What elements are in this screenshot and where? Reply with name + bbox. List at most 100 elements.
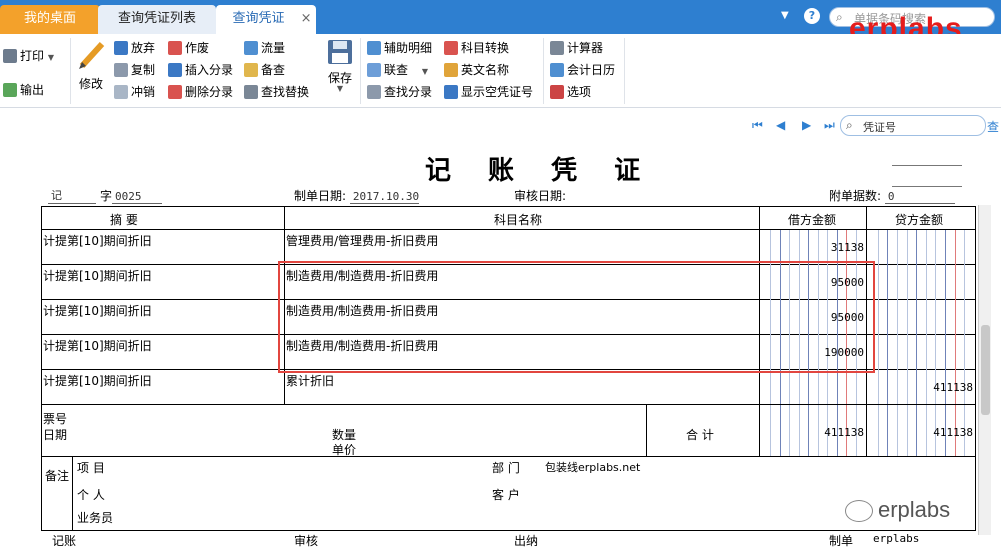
find-replace-icon xyxy=(244,85,258,99)
account-convert-icon xyxy=(444,41,458,55)
copy-icon xyxy=(114,63,128,77)
find-entry-button[interactable]: 查找分录 xyxy=(367,82,432,102)
voucher-number-field[interactable]: 字 0025 xyxy=(100,187,163,204)
void-label: 作废 xyxy=(185,41,210,55)
customer-label: 客 户 xyxy=(492,488,520,502)
grid-line xyxy=(41,206,42,531)
voucher-number-value: 0025 xyxy=(112,190,163,204)
voucher-date-field[interactable]: 制单日期: 2017.10.30 xyxy=(294,187,420,204)
voucher-number-placeholder: 凭证号 xyxy=(863,121,896,134)
delete-entry-button[interactable]: 删除分录 xyxy=(168,82,233,102)
tab-voucher-list[interactable]: 查询凭证列表 xyxy=(98,5,216,34)
save-dropdown-icon[interactable]: ▼ xyxy=(324,85,356,93)
bookkeeper-label: 记账 xyxy=(52,534,77,548)
english-name-label: 英文名称 xyxy=(461,63,510,77)
total-debit: 411138 xyxy=(824,426,864,439)
first-record-icon[interactable]: ⏮ xyxy=(752,117,768,133)
copy-button[interactable]: 复制 xyxy=(114,60,155,80)
print-button[interactable]: 打印 ▼ xyxy=(3,46,54,66)
row-summary: 计提第[10]期间折旧 xyxy=(43,374,152,388)
insert-entry-label: 插入分录 xyxy=(185,63,234,77)
digit-column-line xyxy=(887,230,888,404)
tab-voucher-query[interactable]: 查询凭证 × xyxy=(216,5,316,34)
reverse-button[interactable]: 冲销 xyxy=(114,82,155,102)
voucher-type-value: 记 xyxy=(48,187,96,204)
attachments-label: 附单据数: xyxy=(829,189,882,203)
project-label: 项 目 xyxy=(77,461,105,475)
cashflow-button[interactable]: 流量 xyxy=(244,38,285,58)
memo-button[interactable]: 备查 xyxy=(244,60,285,80)
close-icon[interactable]: × xyxy=(301,11,312,26)
row-summary: 计提第[10]期间折旧 xyxy=(43,304,152,318)
search-icon: ⌕ xyxy=(836,10,843,24)
show-empty-label: 显示空凭证号 xyxy=(461,85,534,99)
col-summary-header: 摘 要 xyxy=(110,213,138,227)
calculator-icon xyxy=(550,41,564,55)
find-replace-label: 查找替换 xyxy=(261,85,310,99)
digit-column-line xyxy=(935,230,936,404)
reverse-icon xyxy=(114,85,128,99)
insert-entry-button[interactable]: 插入分录 xyxy=(168,60,233,80)
department-value: 包装线erplabs.net xyxy=(545,461,641,474)
linked-query-button[interactable]: 联查 ▼ xyxy=(367,60,428,80)
void-button[interactable]: 作废 xyxy=(168,38,209,58)
cashflow-icon xyxy=(244,41,258,55)
save-button[interactable]: 保存 ▼ xyxy=(324,38,356,93)
ticket-number-label: 票号 xyxy=(43,412,68,426)
chat-bubble-icon xyxy=(845,500,873,522)
linked-query-label: 联查 xyxy=(384,63,409,77)
delete-icon xyxy=(168,85,182,99)
find-replace-button[interactable]: 查找替换 xyxy=(244,82,309,102)
preparer-label: 制单 xyxy=(829,534,854,548)
options-button[interactable]: 选项 xyxy=(550,82,591,102)
show-empty-button[interactable]: 显示空凭证号 xyxy=(444,82,533,102)
dropdown-arrow-icon[interactable]: ▼ xyxy=(781,10,789,21)
preparer-value: erplabs xyxy=(873,532,920,545)
divider xyxy=(543,38,544,104)
english-name-button[interactable]: 英文名称 xyxy=(444,60,509,80)
help-icon[interactable]: ? xyxy=(804,8,820,24)
col-debit-header: 借方金额 xyxy=(788,213,837,227)
prev-record-icon[interactable]: ◀ xyxy=(776,117,792,133)
account-convert-button[interactable]: 科目转换 xyxy=(444,38,509,58)
edit-button[interactable]: 修改 xyxy=(76,38,106,92)
watermark-text: erplabs xyxy=(878,497,951,522)
highlight-box xyxy=(278,261,875,373)
vertical-scrollbar[interactable] xyxy=(978,205,991,535)
tab-my-desktop[interactable]: 我的桌面 xyxy=(0,5,100,34)
floppy-icon xyxy=(328,40,352,64)
aux-detail-label: 辅助明细 xyxy=(384,41,433,55)
memo-label: 备查 xyxy=(261,63,286,77)
total-credit: 411138 xyxy=(933,426,973,439)
voucher-number-search-input[interactable]: ⌕ 凭证号 xyxy=(840,115,986,136)
last-record-icon[interactable]: ⏭ xyxy=(824,117,840,133)
grid-line xyxy=(975,206,976,531)
row-credit: 411138 xyxy=(933,381,973,394)
attachments-field[interactable]: 附单据数: 0 xyxy=(829,187,955,204)
query-link[interactable]: 查 xyxy=(987,118,999,135)
voucher-zi-label: 字 xyxy=(100,189,113,203)
calendar-label: 会计日历 xyxy=(567,63,616,77)
divider xyxy=(360,38,361,104)
row-summary: 计提第[10]期间折旧 xyxy=(43,234,152,248)
calendar-icon xyxy=(550,63,564,77)
memo-icon xyxy=(244,63,258,77)
export-button[interactable]: 输出 xyxy=(3,80,44,100)
scrollbar-thumb[interactable] xyxy=(981,325,990,415)
divider xyxy=(624,38,625,104)
voucher-type-field[interactable]: 记 xyxy=(48,187,96,204)
grid-line xyxy=(41,530,976,531)
options-icon xyxy=(550,85,564,99)
aux-detail-icon xyxy=(367,41,381,55)
aux-detail-button[interactable]: 辅助明细 xyxy=(367,38,432,58)
person-label: 个 人 xyxy=(77,488,105,502)
voucher-date-value: 2017.10.30 xyxy=(349,190,420,204)
void-icon xyxy=(168,41,182,55)
export-label: 输出 xyxy=(20,83,45,97)
department-label: 部 门 xyxy=(492,461,520,475)
next-record-icon[interactable]: ▶ xyxy=(802,117,818,133)
calculator-button[interactable]: 计算器 xyxy=(550,38,603,58)
discard-icon xyxy=(114,41,128,55)
discard-button[interactable]: 放弃 xyxy=(114,38,155,58)
calendar-button[interactable]: 会计日历 xyxy=(550,60,615,80)
